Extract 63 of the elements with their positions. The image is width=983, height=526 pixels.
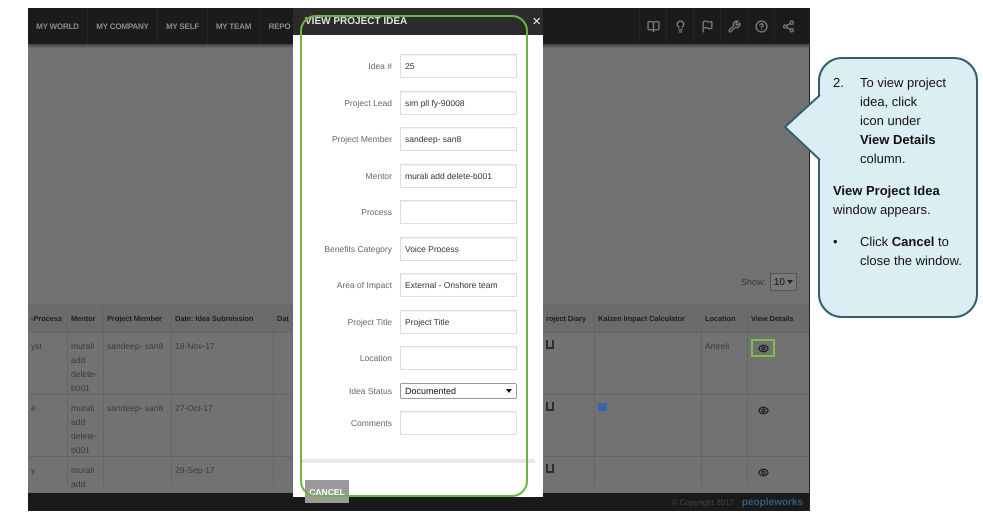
field-label: Idea # — [367, 61, 392, 71]
input-field[interactable]: murali add delete-b001 — [400, 164, 517, 188]
input-field[interactable]: External - Onshore team — [400, 273, 517, 297]
table-cell: 27-Oct-17 — [172, 394, 274, 456]
field-label: Idea Status — [348, 386, 392, 396]
show-label: Show: — [740, 277, 766, 287]
nav-menu-item[interactable]: MY WORLD — [28, 8, 88, 44]
book-icon[interactable] — [546, 464, 554, 473]
eye-icon — [758, 342, 768, 354]
table-cell: 29-Sep-17 — [172, 456, 274, 487]
bullet-marker: • — [833, 233, 839, 251]
view-details-button[interactable] — [751, 339, 775, 357]
input-field[interactable]: sandeep- san8 — [400, 127, 517, 151]
step-number: 2. — [833, 74, 845, 92]
close-button[interactable]: × — [532, 13, 541, 30]
table-cell: Amreli — [702, 332, 748, 394]
input-field[interactable] — [400, 346, 517, 370]
table-cell: sandeep- san8 — [104, 394, 172, 456]
input-field[interactable] — [400, 200, 517, 224]
table-cell: 18-Nov-17 — [172, 332, 274, 394]
instruction-text: Click Cancel to close the window. — [860, 233, 963, 270]
book-icon[interactable] — [546, 340, 554, 349]
instruction-text: icon under View Details column. — [860, 112, 937, 168]
input-field[interactable]: 25 — [400, 54, 517, 78]
field-label: Location — [358, 353, 392, 363]
share-icon[interactable] — [782, 20, 794, 32]
field-label: Project Title — [346, 316, 392, 326]
select-field[interactable]: Documented — [400, 382, 517, 398]
input-field[interactable]: Voice Process — [400, 236, 517, 260]
table-cell: y — [28, 456, 68, 487]
field-label: Comments — [350, 418, 392, 428]
field-label: Area of Impact — [336, 280, 392, 290]
note-text: View Project Idea window appears. — [833, 182, 941, 219]
page-size-select[interactable]: 10 — [770, 273, 797, 291]
table-cell: murali add — [68, 456, 104, 487]
book-icon[interactable] — [546, 402, 554, 411]
input-field[interactable]: sim pll fy-90008 — [400, 90, 517, 114]
caret-icon — [506, 388, 512, 392]
field-label: Process — [360, 207, 392, 217]
table-cell: murali add delete-b001 — [68, 394, 104, 456]
nav-menu-item[interactable]: MY SELF — [158, 8, 208, 44]
lightbulb-icon[interactable] — [674, 20, 686, 32]
input-field[interactable]: Project Title — [400, 310, 517, 334]
input-field[interactable] — [400, 411, 517, 435]
field-label: Mentor — [364, 170, 392, 180]
book-icon[interactable] — [646, 20, 660, 32]
nav-menu-item[interactable]: MY TEAM — [208, 8, 260, 44]
eye-icon — [758, 466, 768, 478]
field-label: Project Member — [331, 134, 392, 144]
table-cell: murali add delete-b001 — [68, 332, 104, 394]
caret-icon — [787, 280, 793, 284]
dialog-title: VIEW PROJECT IDEA — [305, 16, 408, 27]
nav-menu-item[interactable]: MY COMPANY — [88, 8, 158, 44]
eye-icon — [758, 404, 768, 416]
flag-icon[interactable] — [700, 20, 714, 32]
wrench-icon[interactable] — [728, 20, 740, 32]
brand-logo: peopleworks — [742, 496, 803, 508]
table-cell: yst — [28, 332, 68, 394]
field-label: Project Lead — [343, 98, 392, 108]
table-cell: e — [28, 394, 68, 456]
field-label: Benefits Category — [323, 244, 392, 254]
table-cell: sandeep- san8 — [104, 332, 172, 394]
help-icon[interactable] — [754, 20, 768, 32]
